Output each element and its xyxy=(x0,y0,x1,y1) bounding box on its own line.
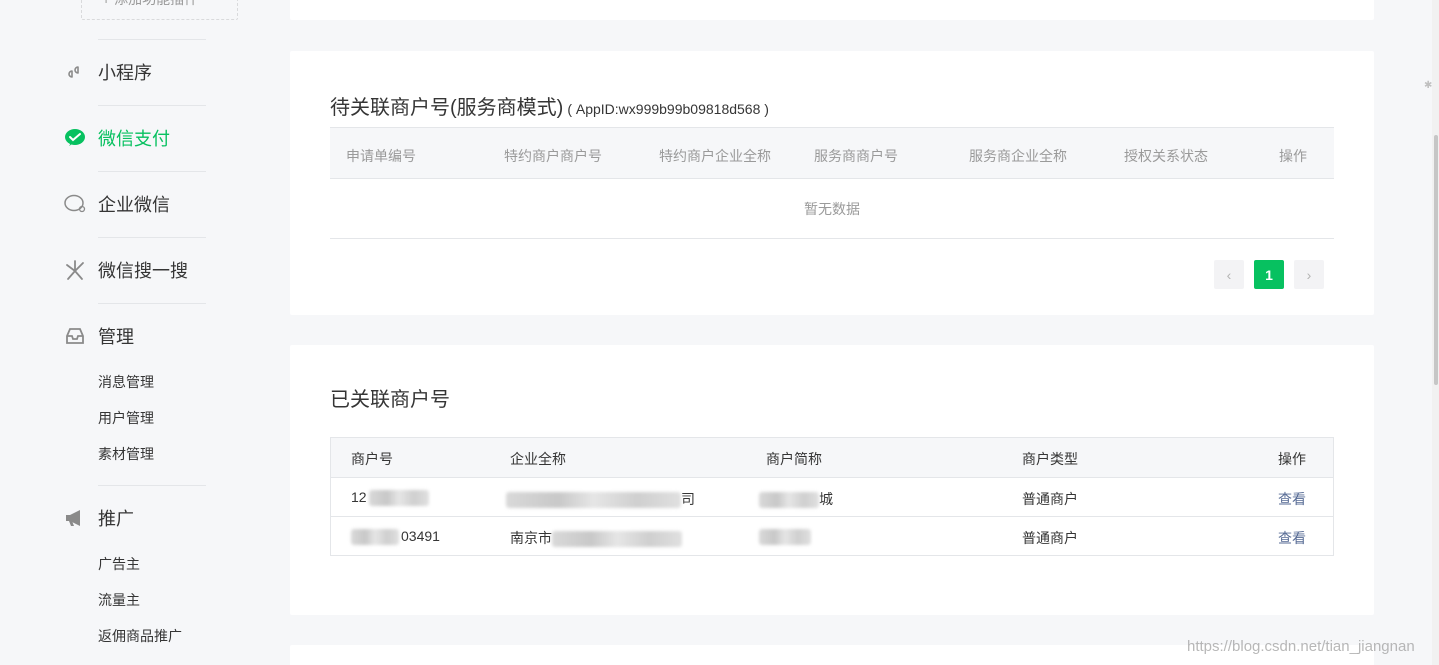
divider xyxy=(98,303,206,304)
merchant-id-text: 12 xyxy=(351,489,367,505)
pending-table: 申请单编号 特约商户商户号 特约商户企业全称 服务商商户号 服务商企业全称 授权… xyxy=(330,127,1334,239)
megaphone-icon xyxy=(62,506,88,530)
short-name-text: 城 xyxy=(819,491,833,507)
watermark: https://blog.csdn.net/tian_jiangnan xyxy=(1187,638,1415,655)
table-row: 03491 南京市 普通商户 查看 xyxy=(331,516,1333,555)
redacted-blur xyxy=(506,492,681,509)
appid-label: ( AppID:wx999b99b09818d568 ) xyxy=(567,101,769,117)
table-row: 12 司 城 普通商户 查看 xyxy=(331,477,1333,516)
table-header: 商户号 企业全称 商户简称 商户类型 操作 xyxy=(331,438,1333,477)
column-header: 特约商户商户号 xyxy=(504,148,602,164)
sidebar-item-label: 企业微信 xyxy=(98,195,170,215)
column-header: 操作 xyxy=(1278,451,1306,467)
redacted-blur xyxy=(759,492,819,509)
pending-merchants-card: 待关联商户号(服务商模式)( AppID:wx999b99b09818d568 … xyxy=(290,51,1374,315)
add-plugin-button[interactable]: + 添加功能插件 xyxy=(81,0,238,20)
wechat-search-icon xyxy=(62,258,88,282)
sidebar-sub-item-messages[interactable]: 消息管理 xyxy=(98,372,154,392)
sidebar: + 添加功能插件 小程序 微信支付 企业微信 微信搜一搜 管理 消息管 xyxy=(0,0,260,665)
linked-table: 商户号 企业全称 商户简称 商户类型 操作 12 司 城 普通商户 查看 034… xyxy=(330,437,1334,556)
work-wechat-icon xyxy=(62,192,88,216)
linked-merchants-card: 已关联商户号 商户号 企业全称 商户简称 商户类型 操作 12 司 城 普通商户… xyxy=(290,345,1374,615)
column-header: 申请单编号 xyxy=(346,148,416,164)
short-name-cell: 城 xyxy=(759,489,833,509)
type-cell: 普通商户 xyxy=(1022,491,1078,507)
type-cell: 普通商户 xyxy=(1022,530,1078,546)
column-header: 授权关系状态 xyxy=(1124,148,1208,164)
empty-state: 暂无数据 xyxy=(330,179,1334,239)
merchant-id-cell: 03491 xyxy=(351,528,440,546)
redacted-blur xyxy=(351,529,399,546)
sidebar-item-manage[interactable]: 管理 xyxy=(62,324,134,348)
pending-title: 待关联商户号(服务商模式)( AppID:wx999b99b09818d568 … xyxy=(330,91,769,120)
sidebar-item-label: 微信支付 xyxy=(98,129,170,149)
sidebar-item-mini-program[interactable]: 小程序 xyxy=(62,60,152,84)
pending-title-text: 待关联商户号(服务商模式) xyxy=(330,97,564,119)
divider xyxy=(98,105,206,106)
company-text: 司 xyxy=(681,491,695,507)
redacted-blur xyxy=(759,529,811,546)
view-link[interactable]: 查看 xyxy=(1278,528,1306,548)
company-cell: 司 xyxy=(506,489,695,509)
short-name-cell xyxy=(759,528,811,546)
next-page-button[interactable]: › xyxy=(1294,260,1324,289)
company-cell: 南京市 xyxy=(510,528,682,548)
top-card xyxy=(290,0,1374,20)
add-plugin-label: + 添加功能插件 xyxy=(102,0,198,9)
scrollbar-thumb[interactable] xyxy=(1434,135,1438,385)
column-header: 商户简称 xyxy=(766,451,822,467)
pagination: ‹ 1 › xyxy=(1214,260,1324,289)
mini-program-icon xyxy=(62,60,88,84)
divider xyxy=(98,485,206,486)
sidebar-item-label: 微信搜一搜 xyxy=(98,261,188,281)
sidebar-item-wechat-search[interactable]: 微信搜一搜 xyxy=(62,258,188,282)
redacted-blur xyxy=(368,490,429,507)
sidebar-item-label: 管理 xyxy=(98,327,134,347)
merchant-id-text: 03491 xyxy=(401,528,440,544)
sidebar-item-wechat-pay[interactable]: 微信支付 xyxy=(62,126,170,150)
column-header: 商户类型 xyxy=(1022,451,1078,467)
sidebar-item-promote[interactable]: 推广 xyxy=(62,506,134,530)
view-link[interactable]: 查看 xyxy=(1278,489,1306,509)
divider xyxy=(98,39,206,40)
divider xyxy=(98,171,206,172)
company-text: 南京市 xyxy=(510,530,552,546)
linked-title: 已关联商户号 xyxy=(330,389,450,411)
inbox-icon xyxy=(62,324,88,348)
column-header: 服务商商户号 xyxy=(814,148,898,164)
column-header: 企业全称 xyxy=(510,451,566,467)
sidebar-sub-item-commission[interactable]: 返佣商品推广 xyxy=(98,626,182,646)
page-1-button[interactable]: 1 xyxy=(1254,260,1284,289)
column-header: 特约商户企业全称 xyxy=(659,148,771,164)
redacted-blur xyxy=(552,531,682,548)
table-header: 申请单编号 特约商户商户号 特约商户企业全称 服务商商户号 服务商企业全称 授权… xyxy=(330,127,1334,179)
sidebar-sub-item-publisher[interactable]: 流量主 xyxy=(98,590,140,610)
prev-page-button[interactable]: ‹ xyxy=(1214,260,1244,289)
sidebar-sub-item-users[interactable]: 用户管理 xyxy=(98,408,154,428)
sidebar-item-label: 小程序 xyxy=(98,63,152,83)
wechat-pay-icon xyxy=(62,126,88,150)
sidebar-sub-item-advertiser[interactable]: 广告主 xyxy=(98,554,140,574)
column-header: 操作 xyxy=(1279,148,1307,164)
sidebar-item-work-wechat[interactable]: 企业微信 xyxy=(62,192,170,216)
merchant-id-cell: 12 xyxy=(351,489,429,507)
column-header: 服务商企业全称 xyxy=(969,148,1067,164)
column-header: 商户号 xyxy=(351,451,393,467)
sidebar-item-label: 推广 xyxy=(98,509,134,529)
sidebar-sub-item-materials[interactable]: 素材管理 xyxy=(98,444,154,464)
divider xyxy=(98,237,206,238)
